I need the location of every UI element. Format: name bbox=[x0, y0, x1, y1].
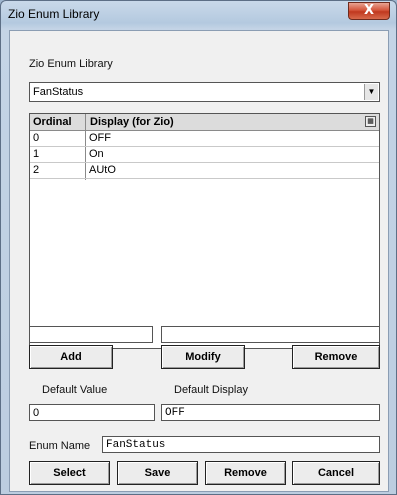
enum-name-label: Enum Name bbox=[29, 440, 91, 452]
display-input[interactable] bbox=[161, 326, 380, 343]
cell-ordinal: 1 bbox=[33, 148, 40, 160]
table-row[interactable]: 2 AUtO bbox=[30, 163, 379, 179]
modify-button[interactable]: Modify bbox=[161, 345, 245, 369]
default-display-input[interactable]: OFF bbox=[161, 404, 380, 421]
table-row[interactable]: 1 On bbox=[30, 147, 379, 163]
default-value-text: 0 bbox=[33, 407, 40, 419]
enum-library-dropdown[interactable]: FanStatus ▼ bbox=[29, 82, 380, 102]
enum-name-input[interactable]: FanStatus bbox=[102, 436, 380, 453]
cell-display: On bbox=[89, 148, 104, 160]
default-value-input[interactable]: 0 bbox=[29, 404, 155, 421]
column-header-ordinal[interactable]: Ordinal bbox=[33, 116, 72, 128]
table-row[interactable]: 0 OFF bbox=[30, 131, 379, 147]
cell-ordinal: 2 bbox=[33, 164, 40, 176]
dialog-body: Zio Enum Library FanStatus ▼ Ordinal Dis… bbox=[9, 30, 389, 492]
select-button[interactable]: Select bbox=[29, 461, 110, 485]
save-button[interactable]: Save bbox=[117, 461, 198, 485]
table-header: Ordinal Display (for Zio) ▦ bbox=[30, 114, 379, 131]
cell-ordinal: 0 bbox=[33, 132, 40, 144]
enum-name-text: FanStatus bbox=[106, 439, 166, 451]
cell-display: AUtO bbox=[89, 164, 116, 176]
remove-enum-button[interactable]: Remove bbox=[205, 461, 286, 485]
column-header-display[interactable]: Display (for Zio) bbox=[90, 116, 174, 128]
cancel-button[interactable]: Cancel bbox=[292, 461, 380, 485]
close-icon: X bbox=[363, 3, 375, 18]
add-button[interactable]: Add bbox=[29, 345, 113, 369]
cell-display: OFF bbox=[89, 132, 111, 144]
default-value-label: Default Value bbox=[42, 384, 108, 396]
library-label: Zio Enum Library bbox=[29, 58, 113, 70]
chevron-down-icon[interactable]: ▼ bbox=[364, 84, 378, 100]
window-title: Zio Enum Library bbox=[8, 7, 100, 21]
column-menu-icon[interactable]: ▦ bbox=[365, 116, 376, 127]
close-button[interactable]: X bbox=[348, 2, 390, 20]
default-display-text: OFF bbox=[165, 407, 185, 419]
enum-library-window: Zio Enum Library X Zio Enum Library FanS… bbox=[0, 0, 397, 495]
ordinal-input[interactable] bbox=[29, 326, 153, 343]
remove-ordinal-button[interactable]: Remove bbox=[292, 345, 380, 369]
title-bar[interactable]: Zio Enum Library X bbox=[1, 1, 396, 29]
enum-library-selected: FanStatus bbox=[33, 86, 84, 98]
default-display-label: Default Display bbox=[174, 384, 248, 396]
enum-table: Ordinal Display (for Zio) ▦ 0 OFF 1 On 2… bbox=[29, 113, 380, 349]
